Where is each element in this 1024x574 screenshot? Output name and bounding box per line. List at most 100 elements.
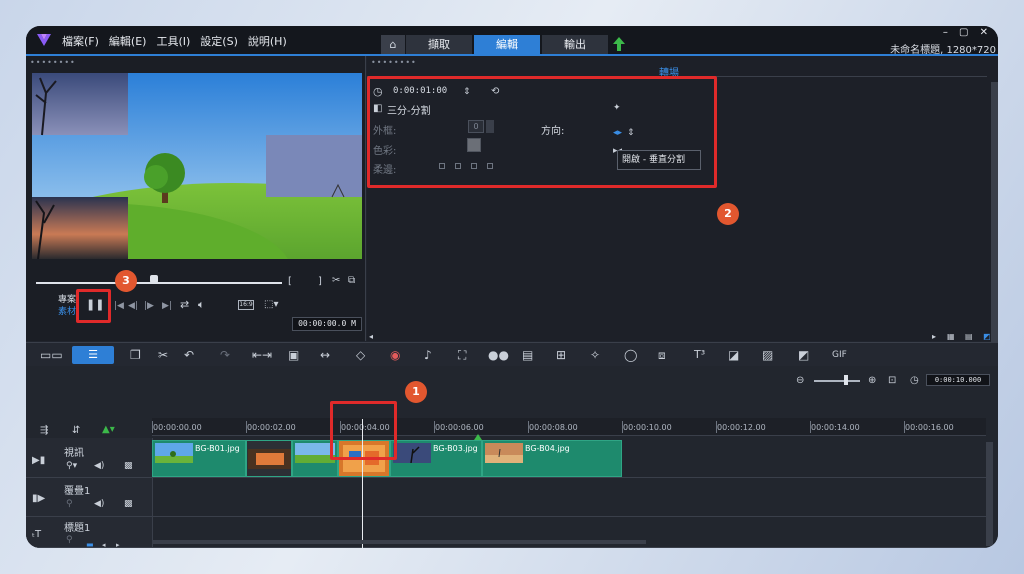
volume-icon[interactable]: 🔈︎ — [198, 298, 205, 312]
timeline-scroll-left-icon[interactable]: ◂ — [102, 538, 106, 548]
mask-creator-icon[interactable]: ◯ — [624, 348, 637, 362]
timeline-view-button[interactable]: ☰ — [72, 346, 114, 364]
fit-project-icon[interactable]: ⊡ — [888, 374, 896, 388]
mode-clip[interactable]: 素材 — [58, 304, 76, 317]
track-audio-icon[interactable]: ◀) — [94, 459, 104, 473]
overlay-track-icon: ▮▶ — [32, 493, 46, 504]
track-mute-icon[interactable]: ▩ — [124, 459, 133, 473]
undo-icon[interactable]: ↶ — [184, 348, 194, 362]
crop-dropdown-icon[interactable]: ⬚▾ — [264, 298, 278, 312]
menu-edit[interactable]: 編輯(E) — [109, 33, 147, 49]
clip-library-icon[interactable]: ❐ — [130, 348, 141, 362]
overlay-audio-icon[interactable]: ◀) — [94, 497, 104, 511]
repeat-icon[interactable]: ⇄ — [180, 298, 189, 312]
motion-tracking-icon[interactable]: ⛶ — [458, 348, 466, 362]
menu-file[interactable]: 檔案(F) — [62, 33, 99, 49]
timeline-panel: ⊖ ⊕ ⊡ ◷ 0:00:10.000 ⇶ ⇵ ▲▾ 00:00:00.00 0… — [26, 366, 998, 548]
transition-clip-1[interactable] — [246, 440, 292, 477]
blend-icon[interactable]: ●● — [488, 348, 509, 362]
menu-settings[interactable]: 設定(S) — [200, 33, 238, 49]
paint-creator-icon[interactable]: ▨ — [762, 348, 773, 362]
zoom-out-icon[interactable]: ⊖ — [796, 374, 804, 388]
split-clip-icon[interactable]: ✂ — [332, 274, 340, 288]
smart-package-icon[interactable]: ✧ — [590, 348, 600, 362]
gif-creator-icon[interactable]: GIF — [832, 348, 847, 362]
panel-grip[interactable]: •••••••• — [30, 58, 76, 67]
transition-thumbnail — [248, 449, 291, 469]
options-panel-grip[interactable]: •••••••• — [371, 58, 417, 67]
record-capture-icon[interactable]: ▣ — [288, 348, 299, 362]
enlarge-preview-icon[interactable]: ⧉ — [348, 274, 355, 288]
home-tab[interactable]: ⌂ — [381, 35, 405, 55]
overlay-link-icon[interactable]: ⚲ — [66, 497, 73, 511]
tab-share[interactable]: 輸出 — [542, 35, 608, 55]
go-to-start-icon[interactable]: |◀ — [114, 299, 124, 313]
3d-title-icon[interactable]: T³ — [694, 348, 705, 362]
go-to-end-icon[interactable]: ▶| — [162, 299, 172, 313]
track-label-video[interactable]: 視訊 — [64, 444, 84, 459]
zoom-slider[interactable] — [814, 380, 860, 382]
timecode-display[interactable]: 00:00:00.0 M — [292, 317, 362, 331]
clip-thumbnail — [295, 443, 335, 463]
add-marker-icon[interactable]: ▲▾ — [102, 423, 115, 437]
storyboard-view-icon[interactable]: ▭▭ — [40, 348, 63, 362]
clip-bg-b01[interactable]: BG-B01.jpg — [152, 440, 246, 477]
timeline-horizontal-scrollbar[interactable] — [152, 540, 646, 544]
next-frame-icon[interactable]: |▶ — [144, 299, 154, 313]
project-duration: 0:00:10.000 — [926, 374, 990, 386]
window-controls[interactable]: – ▢ ✕ — [943, 27, 992, 38]
end-marker-icon[interactable] — [474, 434, 482, 440]
scrubber-track[interactable] — [36, 282, 282, 284]
scroll-bar-icon[interactable]: ▬ — [86, 538, 94, 548]
track-manager-toggle-icon[interactable]: ⇶ — [40, 424, 48, 438]
options-scrollbar[interactable] — [991, 82, 998, 346]
clip-name: BG-B04.jpg — [525, 444, 570, 453]
clip-bg-b04[interactable]: BG-B04.jpg — [482, 440, 622, 477]
overlay-mute-icon[interactable]: ▩ — [124, 497, 133, 511]
menu-tools[interactable]: 工具(I) — [156, 33, 190, 49]
stop-motion-icon[interactable]: ⧈ — [658, 348, 666, 362]
clip-name: BG-B03.jpg — [433, 444, 478, 453]
ripple-edit-icon[interactable]: ⇵ — [72, 424, 80, 438]
zoom-in-icon[interactable]: ⊕ — [868, 374, 876, 388]
mark-out-icon[interactable]: ] — [318, 275, 322, 289]
redo-icon[interactable]: ↷ — [220, 348, 230, 362]
project-duration-clock-icon: ◷ — [910, 375, 919, 386]
track-label-overlay[interactable]: 覆疊1 — [64, 482, 90, 497]
clip-bg-b03[interactable]: BG-B03.jpg — [390, 440, 482, 477]
multi-camera-icon[interactable]: ⊞ — [556, 348, 566, 362]
home-icon: ⌂ — [389, 38, 397, 51]
quick-template-icon[interactable]: ◪ — [728, 348, 739, 362]
audio-mixer-icon[interactable]: ♪ — [424, 348, 432, 362]
subtitle-editor-icon[interactable]: ▤ — [522, 348, 533, 362]
annotation-box-play-button — [76, 289, 111, 323]
chapter-point-icon[interactable]: ◇ — [356, 348, 365, 362]
timeline-scrollbar[interactable] — [986, 442, 993, 546]
zoom-slider-handle[interactable] — [844, 375, 848, 385]
previous-frame-icon[interactable]: ◀| — [128, 299, 138, 313]
timeline-scroll-right-icon[interactable]: ▸ — [116, 538, 120, 548]
aspect-ratio-button[interactable]: 16:9 — [238, 300, 254, 310]
clip-thumbnail — [155, 443, 193, 463]
title-bar: 檔案(F) 編輯(E) 工具(I) 設定(S) 說明(H) ⌂ 擷取 編輯 輸出… — [26, 26, 998, 56]
tab-capture[interactable]: 擷取 — [406, 35, 472, 55]
track-divider — [26, 477, 986, 478]
tab-edit[interactable]: 編輯 — [474, 35, 540, 55]
clip-name: BG-B01.jpg — [195, 444, 240, 453]
upload-arrow-icon[interactable] — [612, 36, 626, 52]
preview-window[interactable] — [32, 73, 362, 259]
track-label-title[interactable]: 標題1 — [64, 519, 90, 534]
color-correction-icon[interactable]: ◉ — [390, 348, 400, 362]
scrubber-handle[interactable] — [150, 275, 158, 283]
track-manager-icon[interactable]: ↔ — [320, 348, 330, 362]
menu-help[interactable]: 說明(H) — [248, 33, 287, 49]
preview-image — [32, 73, 362, 259]
fit-timeline-icon[interactable]: ⇤⇥ — [252, 348, 272, 362]
link-icon[interactable]: ⚲▾ — [66, 459, 77, 473]
mark-in-icon[interactable]: [ — [288, 275, 292, 289]
effects-icon[interactable]: ✂ — [158, 348, 168, 362]
camera-lens-icon[interactable]: ◩ — [798, 348, 809, 362]
title-link-icon[interactable]: ⚲ — [66, 533, 73, 547]
app-logo-icon — [37, 34, 51, 46]
ruler-label-5: 00:00:10.00 — [623, 423, 672, 432]
